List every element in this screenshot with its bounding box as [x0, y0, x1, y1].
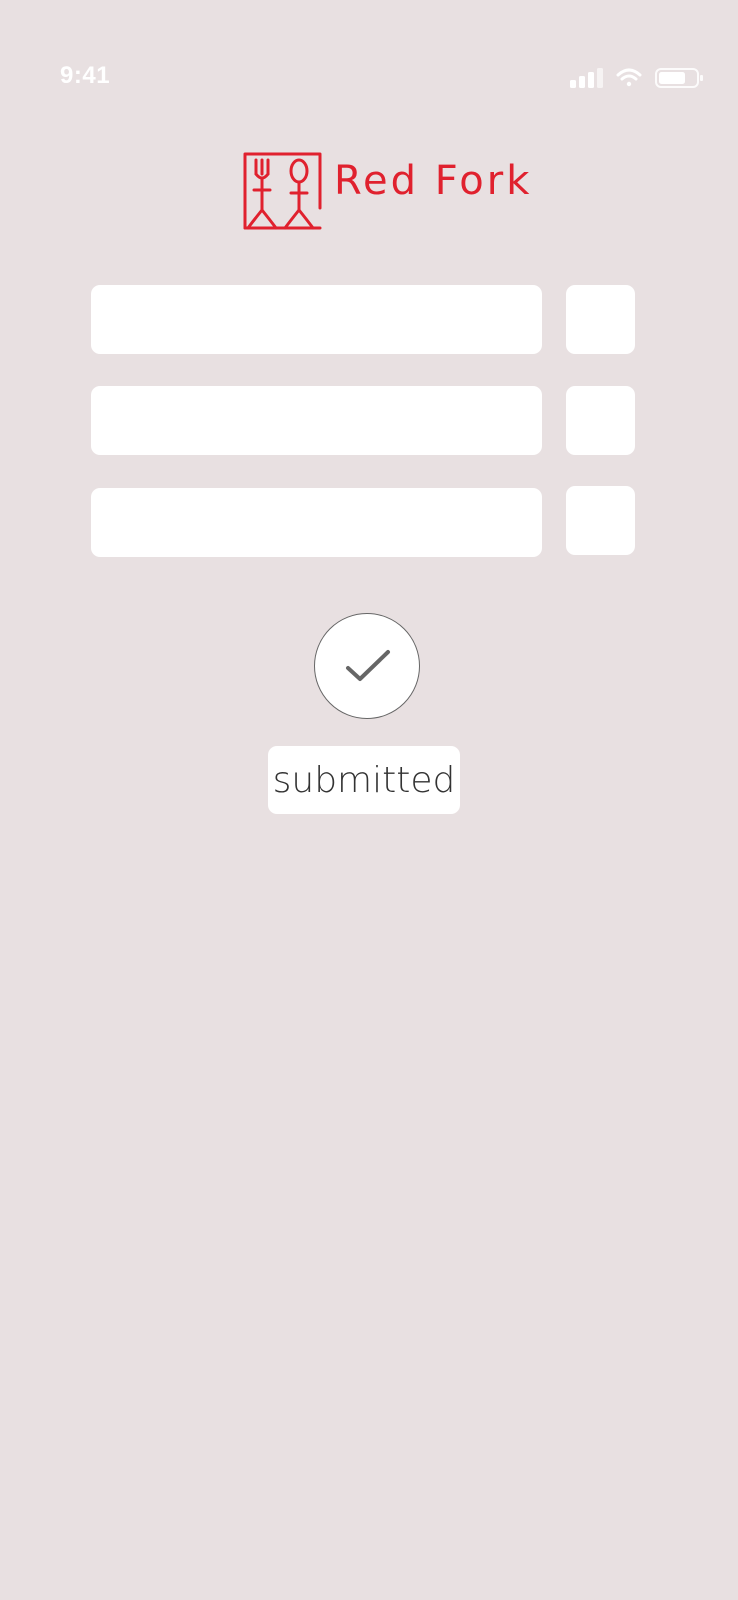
cellular-signal-icon — [570, 68, 603, 88]
status-bar: 9:41 — [0, 0, 738, 110]
red-fork-logo: Red Fork — [242, 148, 529, 232]
submitted-status: submitted — [268, 746, 460, 814]
submitted-label: submitted — [272, 759, 456, 801]
fork-and-spoon-figures-icon — [243, 152, 322, 230]
small-field-3[interactable] — [566, 486, 635, 555]
text-field-3[interactable] — [91, 488, 542, 557]
wifi-icon — [616, 68, 642, 87]
status-time: 9:41 — [60, 62, 111, 89]
status-icons-svg — [570, 68, 703, 88]
submit-check-button[interactable] — [314, 613, 420, 719]
checkmark-icon — [346, 650, 390, 681]
text-field-2[interactable] — [91, 386, 542, 455]
brand-name: Red Fork — [334, 158, 533, 204]
text-field-1[interactable] — [91, 285, 542, 354]
small-field-2[interactable] — [566, 386, 635, 455]
battery-icon — [655, 68, 703, 88]
small-field-1[interactable] — [566, 285, 635, 354]
status-icons — [570, 66, 710, 90]
